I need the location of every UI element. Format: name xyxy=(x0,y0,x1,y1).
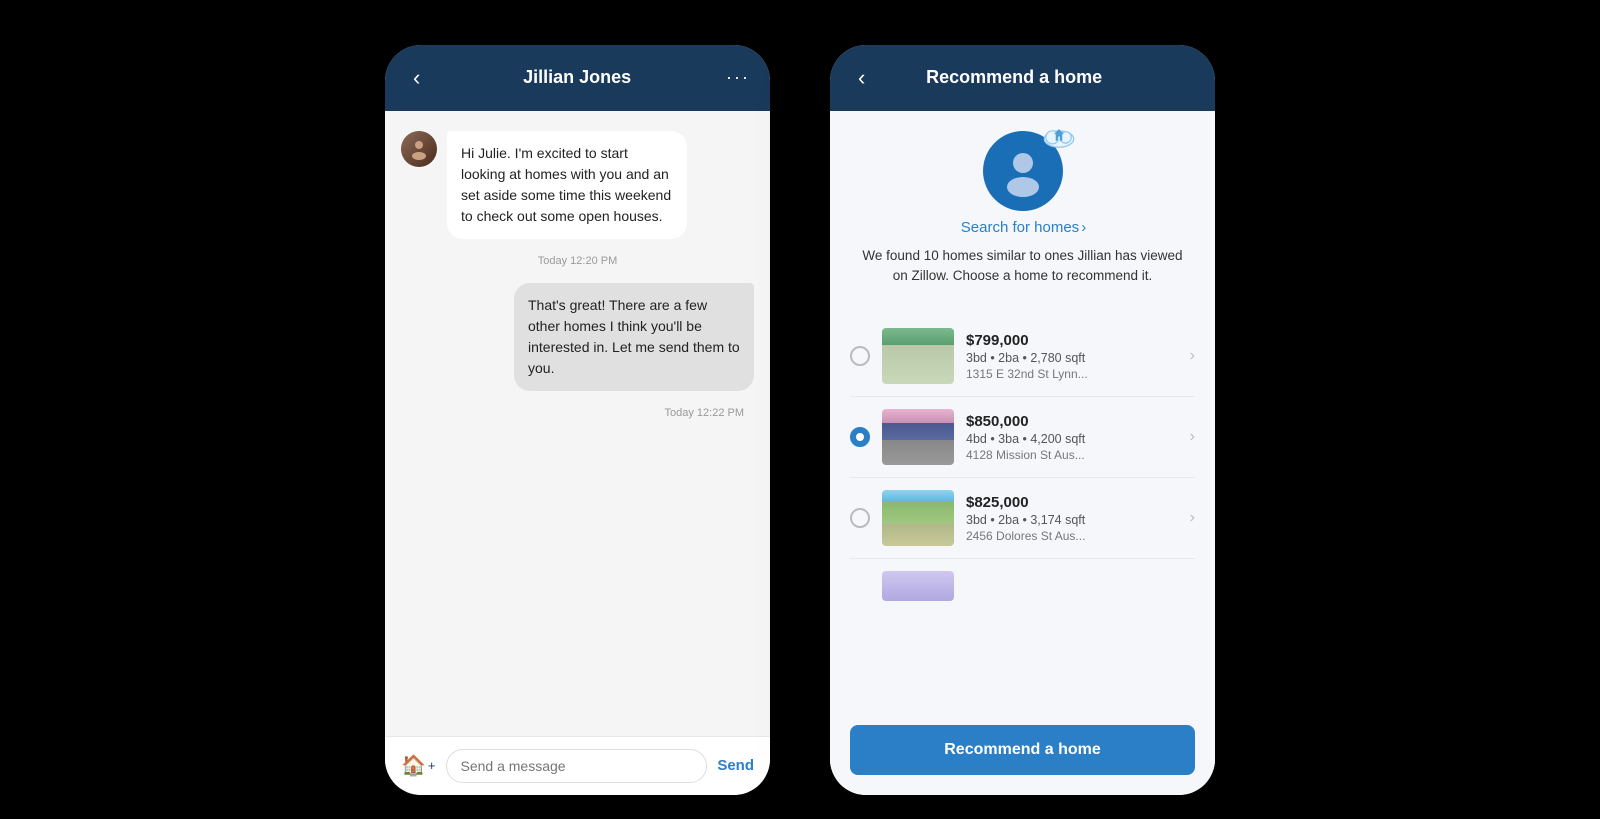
phones-container: ‹ Jillian Jones ··· Hi Julie. I'm excite… xyxy=(385,25,1215,795)
home-list: $799,000 3bd • 2ba • 2,780 sqft 1315 E 3… xyxy=(850,316,1195,613)
timestamp-1: Today 12:20 PM xyxy=(401,255,754,267)
home-specs-1: 3bd • 2ba • 2,780 sqft xyxy=(966,351,1178,365)
home-address-1: 1315 E 32nd St Lynn... xyxy=(966,367,1178,381)
home-radio-3[interactable] xyxy=(850,508,870,528)
found-text: We found 10 homes similar to ones Jillia… xyxy=(850,246,1195,287)
chat-body: Hi Julie. I'm excited to start looking a… xyxy=(385,111,770,736)
home-item-2[interactable]: $850,000 4bd • 3ba • 4,200 sqft 4128 Mis… xyxy=(850,397,1195,478)
home-chevron-2: › xyxy=(1190,428,1195,446)
recommend-back-button[interactable]: ‹ xyxy=(850,61,873,95)
chat-title: Jillian Jones xyxy=(428,67,726,88)
cloud-house-icon xyxy=(1041,121,1077,151)
home-details-3: $825,000 3bd • 2ba • 3,174 sqft 2456 Dol… xyxy=(966,494,1178,543)
chat-phone: ‹ Jillian Jones ··· Hi Julie. I'm excite… xyxy=(385,45,770,795)
home-price-3: $825,000 xyxy=(966,494,1178,511)
home-details-2: $850,000 4bd • 3ba • 4,200 sqft 4128 Mis… xyxy=(966,413,1178,462)
home-details-1: $799,000 3bd • 2ba • 2,780 sqft 1315 E 3… xyxy=(966,332,1178,381)
search-for-homes-link[interactable]: Search for homes› xyxy=(959,219,1086,236)
home-chevron-3: › xyxy=(1190,509,1195,527)
avatar xyxy=(401,131,437,167)
recommend-scroll: Search for homes› We found 10 homes simi… xyxy=(830,111,1215,711)
chat-header: ‹ Jillian Jones ··· xyxy=(385,45,770,111)
home-thumbnail-3 xyxy=(882,490,954,546)
recommend-title: Recommend a home xyxy=(873,67,1155,88)
home-radio-1[interactable] xyxy=(850,346,870,366)
plus-icon: + xyxy=(428,758,436,773)
partial-thumbnail xyxy=(882,571,954,601)
message-row: Hi Julie. I'm excited to start looking a… xyxy=(401,131,754,239)
home-add-button[interactable]: 🏠+ xyxy=(401,753,436,778)
chat-menu-button[interactable]: ··· xyxy=(726,67,750,88)
home-price-1: $799,000 xyxy=(966,332,1178,349)
home-icon: 🏠 xyxy=(401,753,426,778)
received-message-1: Hi Julie. I'm excited to start looking a… xyxy=(447,131,687,239)
chat-back-button[interactable]: ‹ xyxy=(405,61,428,95)
home-radio-2[interactable] xyxy=(850,427,870,447)
home-thumbnail-1 xyxy=(882,328,954,384)
recommend-phone: ‹ Recommend a home xyxy=(830,45,1215,795)
home-item-1[interactable]: $799,000 3bd • 2ba • 2,780 sqft 1315 E 3… xyxy=(850,316,1195,397)
agent-hero: Search for homes› We found 10 homes simi… xyxy=(850,131,1195,303)
home-item-3[interactable]: $825,000 3bd • 2ba • 3,174 sqft 2456 Dol… xyxy=(850,478,1195,559)
sent-message-row: That's great! There are a few other home… xyxy=(401,283,754,391)
chat-input[interactable] xyxy=(446,749,708,783)
home-address-3: 2456 Dolores St Aus... xyxy=(966,529,1178,543)
avatar-image xyxy=(401,131,437,167)
partial-home-4 xyxy=(850,559,1195,613)
recommend-body: Search for homes› We found 10 homes simi… xyxy=(830,111,1215,795)
home-specs-2: 4bd • 3ba • 4,200 sqft xyxy=(966,432,1178,446)
home-price-2: $850,000 xyxy=(966,413,1178,430)
chat-footer: 🏠+ Send xyxy=(385,736,770,795)
recommend-header: ‹ Recommend a home xyxy=(830,45,1215,111)
home-chevron-1: › xyxy=(1190,347,1195,365)
agent-avatar-wrap xyxy=(983,131,1063,211)
home-address-2: 4128 Mission St Aus... xyxy=(966,448,1178,462)
recommend-footer: Recommend a home xyxy=(830,711,1215,795)
sent-message-1: That's great! There are a few other home… xyxy=(514,283,754,391)
home-thumbnail-2 xyxy=(882,409,954,465)
home-specs-3: 3bd • 2ba • 3,174 sqft xyxy=(966,513,1178,527)
recommend-button[interactable]: Recommend a home xyxy=(850,725,1195,775)
send-button[interactable]: Send xyxy=(717,757,754,774)
search-for-homes-text: Search for homes xyxy=(961,219,1079,236)
search-arrow-icon: › xyxy=(1081,219,1086,236)
timestamp-2: Today 12:22 PM xyxy=(401,407,754,419)
